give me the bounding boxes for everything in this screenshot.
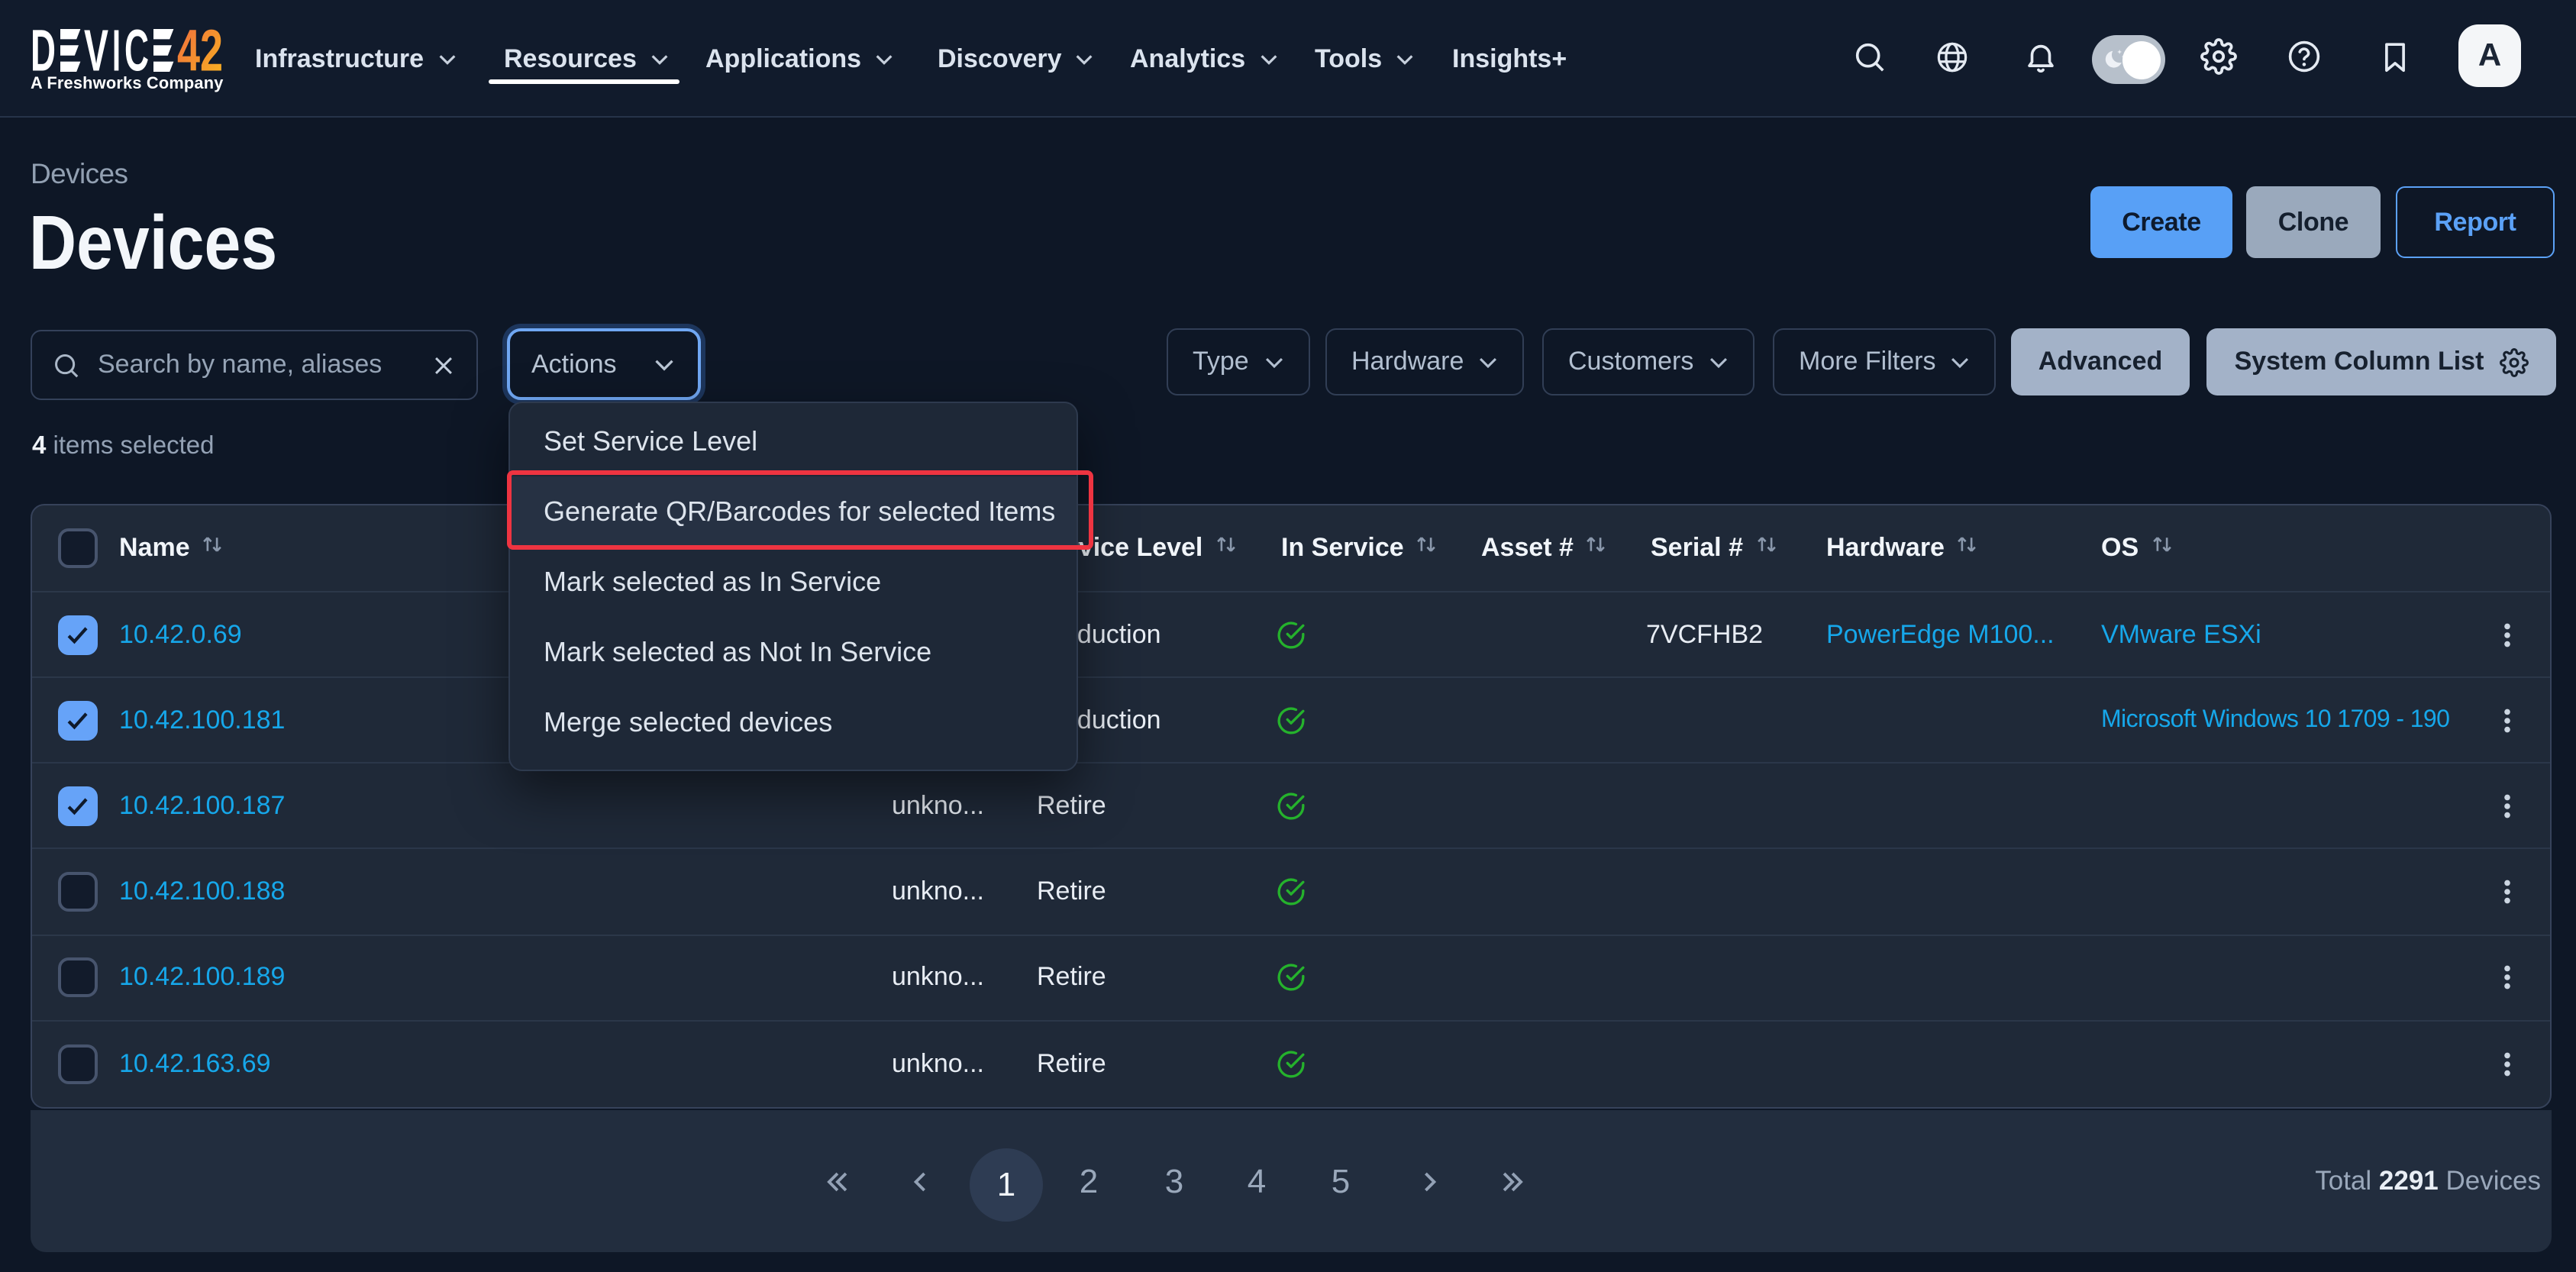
svg-text:D: D	[31, 28, 56, 71]
svg-text:V: V	[84, 28, 108, 71]
svg-text:C: C	[124, 28, 149, 71]
svg-text:42: 42	[177, 28, 223, 71]
svg-text:I: I	[112, 28, 121, 71]
